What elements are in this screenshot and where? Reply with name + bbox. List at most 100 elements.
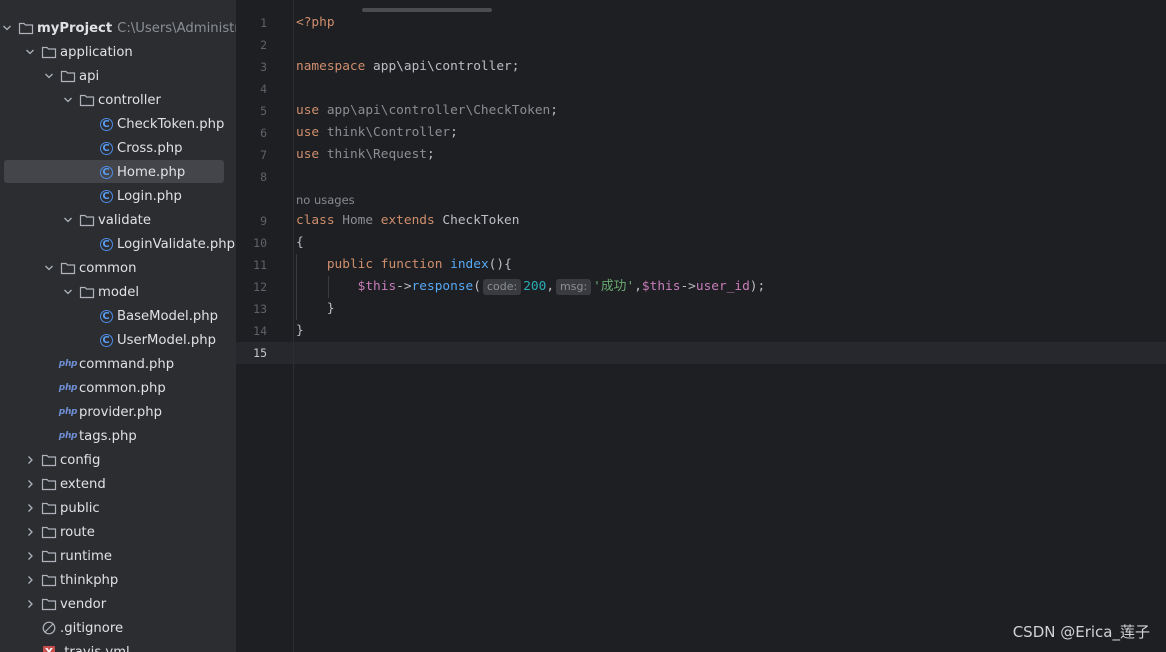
php-file-icon: php: [58, 383, 78, 393]
tree-item-extend[interactable]: extend: [0, 472, 236, 496]
php-class-icon: C: [98, 140, 114, 156]
line-number: 5: [260, 104, 267, 118]
code-editor[interactable]: 1 2 3 4 5 6 7 8 9 10 11 12 13 14 15 <?php namespace ap…: [236, 0, 1166, 652]
code-line-3[interactable]: namespace app\api\controller;: [296, 56, 519, 78]
horizontal-scrollbar-thumb[interactable]: [362, 8, 492, 12]
line-number: 7: [260, 148, 267, 162]
tree-item-label: application: [60, 44, 133, 60]
chevron-down-icon[interactable]: [61, 213, 75, 227]
chevron-down-icon[interactable]: [61, 93, 75, 107]
code-line-7[interactable]: use think\Request;: [296, 144, 435, 166]
tree-item-home-php[interactable]: C Home.php: [0, 160, 236, 184]
code-line-14[interactable]: }: [296, 320, 304, 342]
tree-item-checktoken-php[interactable]: C CheckToken.php: [0, 112, 236, 136]
chevron-down-icon[interactable]: [0, 21, 14, 35]
line-number: 14: [253, 324, 267, 338]
tree-item-label: route: [60, 524, 95, 540]
tree-item-label: Home.php: [117, 164, 186, 180]
tree-item-public[interactable]: public: [0, 496, 236, 520]
chevron-right-icon[interactable]: [23, 453, 37, 467]
code-line-9[interactable]: class Home extends CheckToken: [296, 210, 519, 232]
code-line-11[interactable]: public function index(){: [296, 254, 512, 276]
tree-item-label: vendor: [60, 596, 107, 612]
folder-icon: [41, 452, 57, 468]
tree-item-gitignore[interactable]: .gitignore: [0, 616, 236, 640]
folder-icon: [79, 284, 95, 300]
folder-icon: [41, 500, 57, 516]
code-line-5[interactable]: use app\api\controller\CheckToken;: [296, 100, 558, 122]
tree-item-model[interactable]: model: [0, 280, 236, 304]
tree-item-common-php[interactable]: php common.php: [0, 376, 236, 400]
tree-item-label: common.php: [79, 380, 166, 396]
folder-icon: [60, 68, 76, 84]
line-number: 10: [253, 236, 267, 250]
tree-item-common[interactable]: common: [0, 256, 236, 280]
line-number: 11: [253, 258, 267, 272]
tree-item-loginvalidate-php[interactable]: C LoginValidate.php: [0, 232, 236, 256]
tree-item-application[interactable]: application: [0, 40, 236, 64]
line-number: 13: [253, 302, 267, 316]
folder-icon: [79, 92, 95, 108]
folder-icon: [41, 596, 57, 612]
folder-icon: [60, 260, 76, 276]
php-class-icon: C: [98, 188, 114, 204]
line-number: 1: [260, 16, 267, 30]
tree-item-label: command.php: [79, 356, 175, 372]
line-number: 9: [260, 214, 267, 228]
tree-item-vendor[interactable]: vendor: [0, 592, 236, 616]
code-line-1[interactable]: <?php: [296, 12, 335, 34]
line-number: 3: [260, 60, 267, 74]
tree-item-login-php[interactable]: C Login.php: [0, 184, 236, 208]
chevron-right-icon[interactable]: [23, 525, 37, 539]
usages-code-lens[interactable]: no usages: [296, 190, 355, 210]
tree-item-runtime[interactable]: runtime: [0, 544, 236, 568]
tree-item-label: Cross.php: [117, 140, 183, 156]
line-number: 2: [260, 38, 267, 52]
tree-item-command-php[interactable]: php command.php: [0, 352, 236, 376]
chevron-down-icon[interactable]: [61, 285, 75, 299]
tree-item-route[interactable]: route: [0, 520, 236, 544]
tree-item-usermodel-php[interactable]: C UserModel.php: [0, 328, 236, 352]
code-line-10[interactable]: {: [296, 232, 304, 254]
tree-item-label: thinkphp: [60, 572, 119, 588]
chevron-right-icon[interactable]: [23, 573, 37, 587]
tree-item-label: controller: [98, 92, 161, 108]
chevron-down-icon[interactable]: [42, 261, 56, 275]
parameter-hint-msg: msg:: [556, 279, 592, 295]
tree-item-label: config: [60, 452, 101, 468]
tree-root-myproject[interactable]: myProject C:\Users\Administra: [0, 16, 236, 40]
project-name: myProject: [37, 20, 113, 36]
tree-item-api[interactable]: api: [0, 64, 236, 88]
watermark: CSDN @Erica_莲子: [1012, 623, 1150, 641]
tree-item-label: CheckToken.php: [117, 116, 225, 132]
tree-item-thinkphp[interactable]: thinkphp: [0, 568, 236, 592]
chevron-right-icon[interactable]: [23, 597, 37, 611]
tree-item-travis-yml[interactable]: Y .travis.yml: [0, 640, 236, 652]
tree-item-config[interactable]: config: [0, 448, 236, 472]
tree-item-basemodel-php[interactable]: C BaseModel.php: [0, 304, 236, 328]
folder-icon: [41, 572, 57, 588]
project-tree-panel: myProject C:\Users\Administra applicatio…: [0, 0, 236, 652]
parameter-hint-code: code:: [482, 279, 522, 295]
tree-item-validate[interactable]: validate: [0, 208, 236, 232]
tree-item-cross-php[interactable]: C Cross.php: [0, 136, 236, 160]
tree-item-tags-php[interactable]: php tags.php: [0, 424, 236, 448]
tree-item-label: tags.php: [79, 428, 137, 444]
folder-icon: [41, 476, 57, 492]
code-line-6[interactable]: use think\Controller;: [296, 122, 458, 144]
line-number: 4: [260, 82, 267, 96]
line-number: 12: [253, 280, 267, 294]
tree-item-controller[interactable]: controller: [0, 88, 236, 112]
chevron-right-icon[interactable]: [23, 477, 37, 491]
tree-item-label: api: [79, 68, 100, 84]
chevron-right-icon[interactable]: [23, 549, 37, 563]
chevron-down-icon[interactable]: [23, 45, 37, 59]
php-file-icon: php: [58, 359, 78, 369]
folder-icon: [18, 20, 34, 36]
folder-icon: [79, 212, 95, 228]
chevron-right-icon[interactable]: [23, 501, 37, 515]
code-line-13[interactable]: }: [296, 298, 335, 320]
code-line-12[interactable]: $this->response(code: 200, msg: '成功',$this-…: [296, 276, 765, 298]
chevron-down-icon[interactable]: [42, 69, 56, 83]
tree-item-provider-php[interactable]: php provider.php: [0, 400, 236, 424]
